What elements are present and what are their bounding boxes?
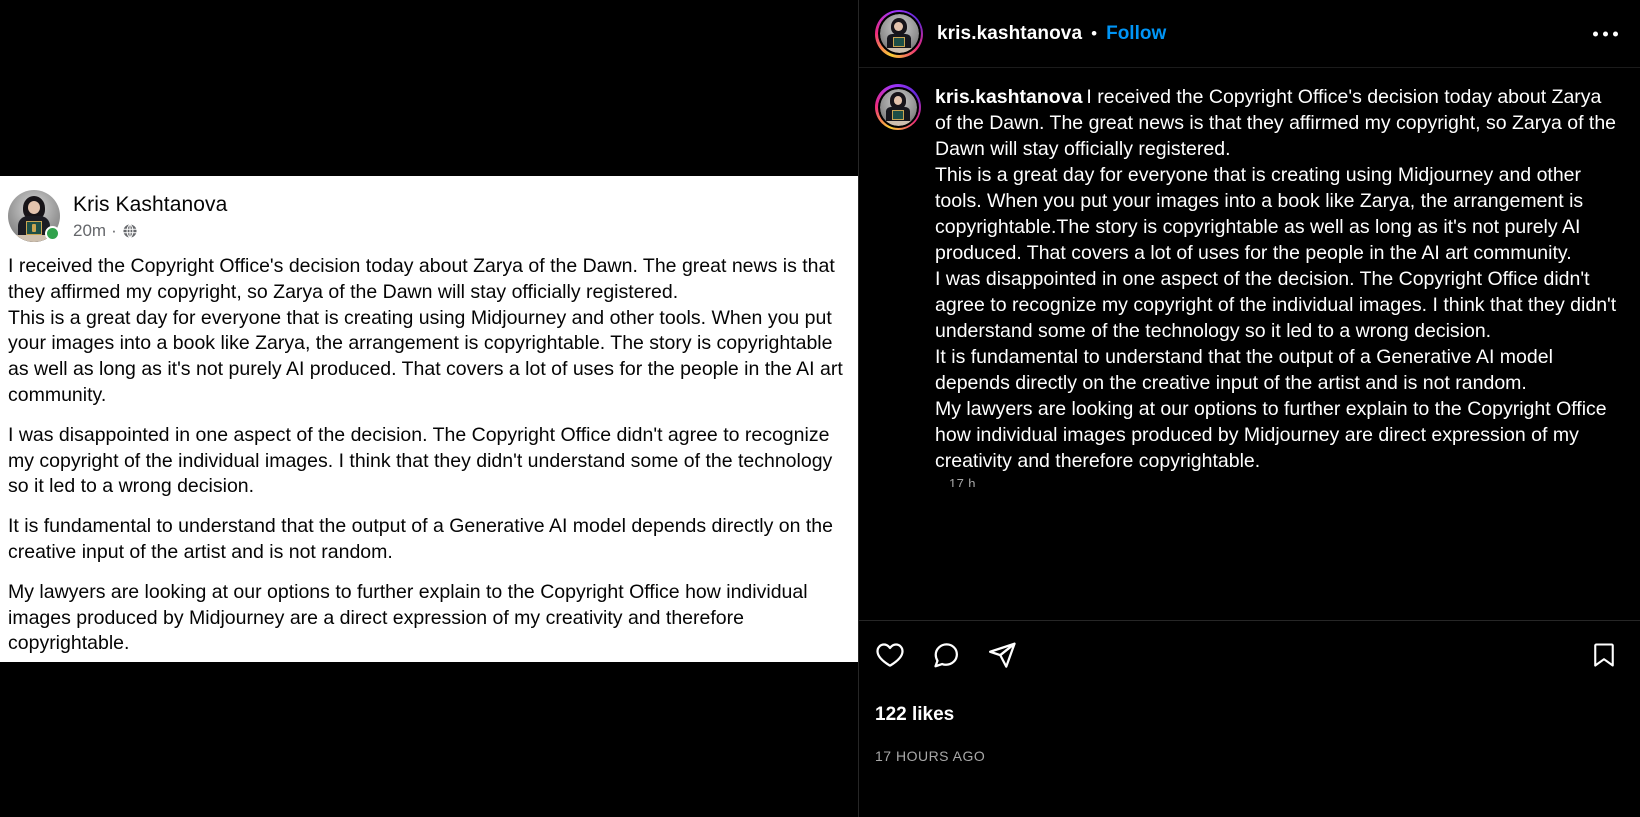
caption-relative-time: 17 h: [949, 476, 976, 487]
facebook-author-meta: Kris Kashtanova 20m ·: [60, 190, 227, 242]
instagram-caption-area: kris.kashtanova I received the Copyright …: [859, 68, 1640, 620]
facebook-paragraph: I received the Copyright Office's decisi…: [8, 255, 843, 406]
instagram-username[interactable]: kris.kashtanova: [937, 23, 1082, 45]
caption-body: I received the Copyright Office's decisi…: [935, 86, 1617, 472]
facebook-post-header: Kris Kashtanova 20m ·: [0, 176, 858, 242]
facebook-paragraph: It is fundamental to understand that the…: [8, 515, 833, 563]
caption-username[interactable]: kris.kashtanova: [935, 86, 1082, 108]
more-options-icon[interactable]: [1593, 31, 1618, 36]
profile-avatar-image: [879, 14, 919, 53]
instagram-caption: kris.kashtanova I received the Copyright …: [935, 84, 1618, 474]
profile-avatar-image: [879, 88, 917, 126]
post-timestamp: 17 HOURS AGO: [875, 748, 986, 764]
screenshot-root: Kris Kashtanova 20m · I received the Cop…: [0, 0, 1640, 817]
facebook-post-body: I received the Copyright Office's decisi…: [0, 242, 858, 657]
avatar[interactable]: [875, 9, 923, 58]
avatar[interactable]: [875, 84, 921, 130]
follow-button[interactable]: Follow: [1106, 23, 1166, 45]
facebook-post-meta: 20m ·: [73, 220, 227, 242]
facebook-author-name[interactable]: Kris Kashtanova: [73, 192, 227, 218]
facebook-timestamp[interactable]: 20m: [73, 220, 106, 242]
heart-icon[interactable]: [875, 640, 905, 670]
avatar[interactable]: [8, 190, 60, 242]
meta-separator: ·: [111, 221, 117, 240]
instagram-post-header: kris.kashtanova • Follow: [859, 0, 1640, 68]
facebook-post-card: Kris Kashtanova 20m · I received the Cop…: [0, 176, 858, 662]
facebook-paragraph: My lawyers are looking at our options to…: [8, 580, 808, 655]
instagram-post-panel: kris.kashtanova • Follow kris.kashtanova…: [858, 0, 1640, 817]
header-separator: •: [1091, 23, 1098, 43]
instagram-action-bar: [859, 620, 1640, 688]
bookmark-icon[interactable]: [1590, 641, 1618, 669]
share-icon[interactable]: [987, 640, 1017, 670]
globe-icon[interactable]: [122, 223, 138, 239]
comment-icon[interactable]: [931, 640, 961, 670]
facebook-paragraph: I was disappointed in one aspect of the …: [8, 423, 833, 498]
online-status-badge: [45, 226, 60, 241]
likes-count[interactable]: 122 likes: [859, 704, 1640, 726]
